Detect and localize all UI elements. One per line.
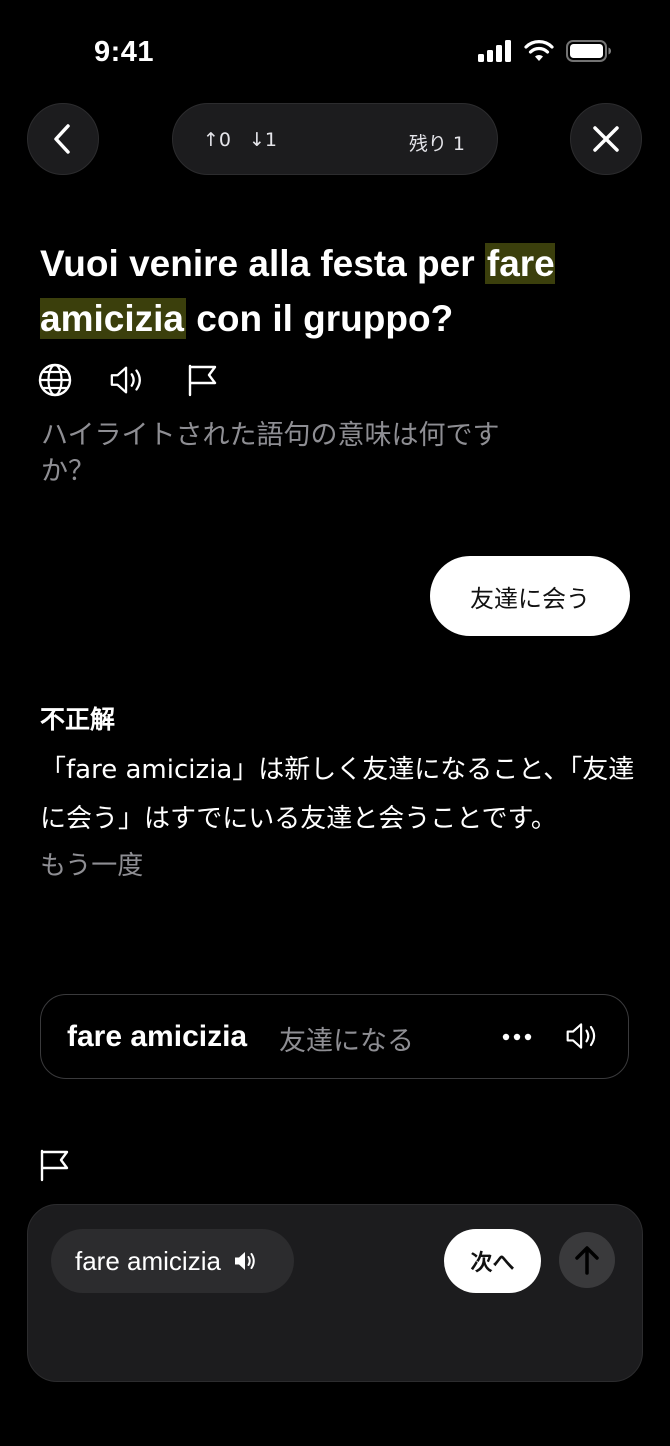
progress-counts: ↑0 ↓1 bbox=[203, 129, 277, 151]
next-button[interactable]: 次へ bbox=[444, 1229, 541, 1293]
more-options-button[interactable] bbox=[499, 1017, 535, 1057]
correct-count: ↑0 bbox=[203, 129, 232, 151]
report-feedback-button[interactable] bbox=[38, 1148, 74, 1184]
speaker-icon bbox=[110, 366, 141, 394]
vocab-card[interactable]: fare amicizia 友達になる bbox=[40, 994, 629, 1079]
wifi-icon bbox=[524, 40, 554, 61]
vocab-audio-button[interactable] bbox=[565, 1019, 601, 1055]
chevron-left-icon bbox=[54, 124, 70, 154]
report-button[interactable] bbox=[185, 362, 221, 398]
battery-icon bbox=[566, 40, 611, 62]
close-button[interactable] bbox=[570, 103, 642, 175]
feedback-explanation: 「fare amicizia」は新しく友達になること、「友達に会う」はすでにいる… bbox=[40, 755, 635, 834]
phrase-chip[interactable]: fare amicizia bbox=[51, 1229, 294, 1293]
speaker-filled-icon bbox=[234, 1252, 255, 1270]
selected-answer-bubble: 友達に会う bbox=[430, 556, 630, 636]
phrase-chip-label: fare amicizia bbox=[75, 1245, 221, 1276]
question-sentence: Vuoi venire alla festa per fare amicizia… bbox=[40, 236, 640, 346]
incorrect-count: ↓1 bbox=[249, 129, 278, 151]
status-icons bbox=[478, 40, 612, 62]
ellipsis-icon bbox=[502, 1033, 532, 1041]
arrow-up-icon bbox=[575, 1246, 599, 1275]
vocab-meaning: 友達になる bbox=[279, 1026, 414, 1057]
globe-icon bbox=[38, 363, 72, 397]
progress-pill: ↑0 ↓1 残り 1 bbox=[172, 103, 498, 175]
vocab-term: fare amicizia bbox=[67, 1020, 248, 1053]
feedback-title: 不正解 bbox=[40, 705, 116, 734]
feedback-section: 不正解 「fare amicizia」は新しく友達になること、「友達に会う」はす… bbox=[40, 700, 650, 888]
back-button[interactable] bbox=[27, 103, 99, 175]
flag-icon bbox=[188, 364, 217, 397]
close-icon bbox=[593, 126, 619, 152]
remaining-count: 残り 1 bbox=[408, 133, 465, 155]
status-bar: 9:41 bbox=[0, 0, 670, 100]
status-time: 9:41 bbox=[94, 36, 155, 68]
play-audio-button[interactable] bbox=[109, 362, 145, 398]
retry-link[interactable]: もう一度 bbox=[40, 844, 650, 888]
question-prompt: ハイライトされた語句の意味は何ですか？ bbox=[41, 420, 500, 487]
cellular-signal-icon bbox=[478, 40, 511, 62]
question-text-before: Vuoi venire alla festa per bbox=[40, 243, 485, 284]
flag-icon bbox=[40, 1149, 69, 1182]
send-button[interactable] bbox=[559, 1232, 615, 1288]
translate-button[interactable] bbox=[37, 362, 73, 398]
question-text-after: con il gruppo? bbox=[185, 298, 454, 339]
speaker-icon bbox=[566, 1023, 596, 1049]
input-panel: fare amicizia 次へ bbox=[27, 1204, 643, 1382]
